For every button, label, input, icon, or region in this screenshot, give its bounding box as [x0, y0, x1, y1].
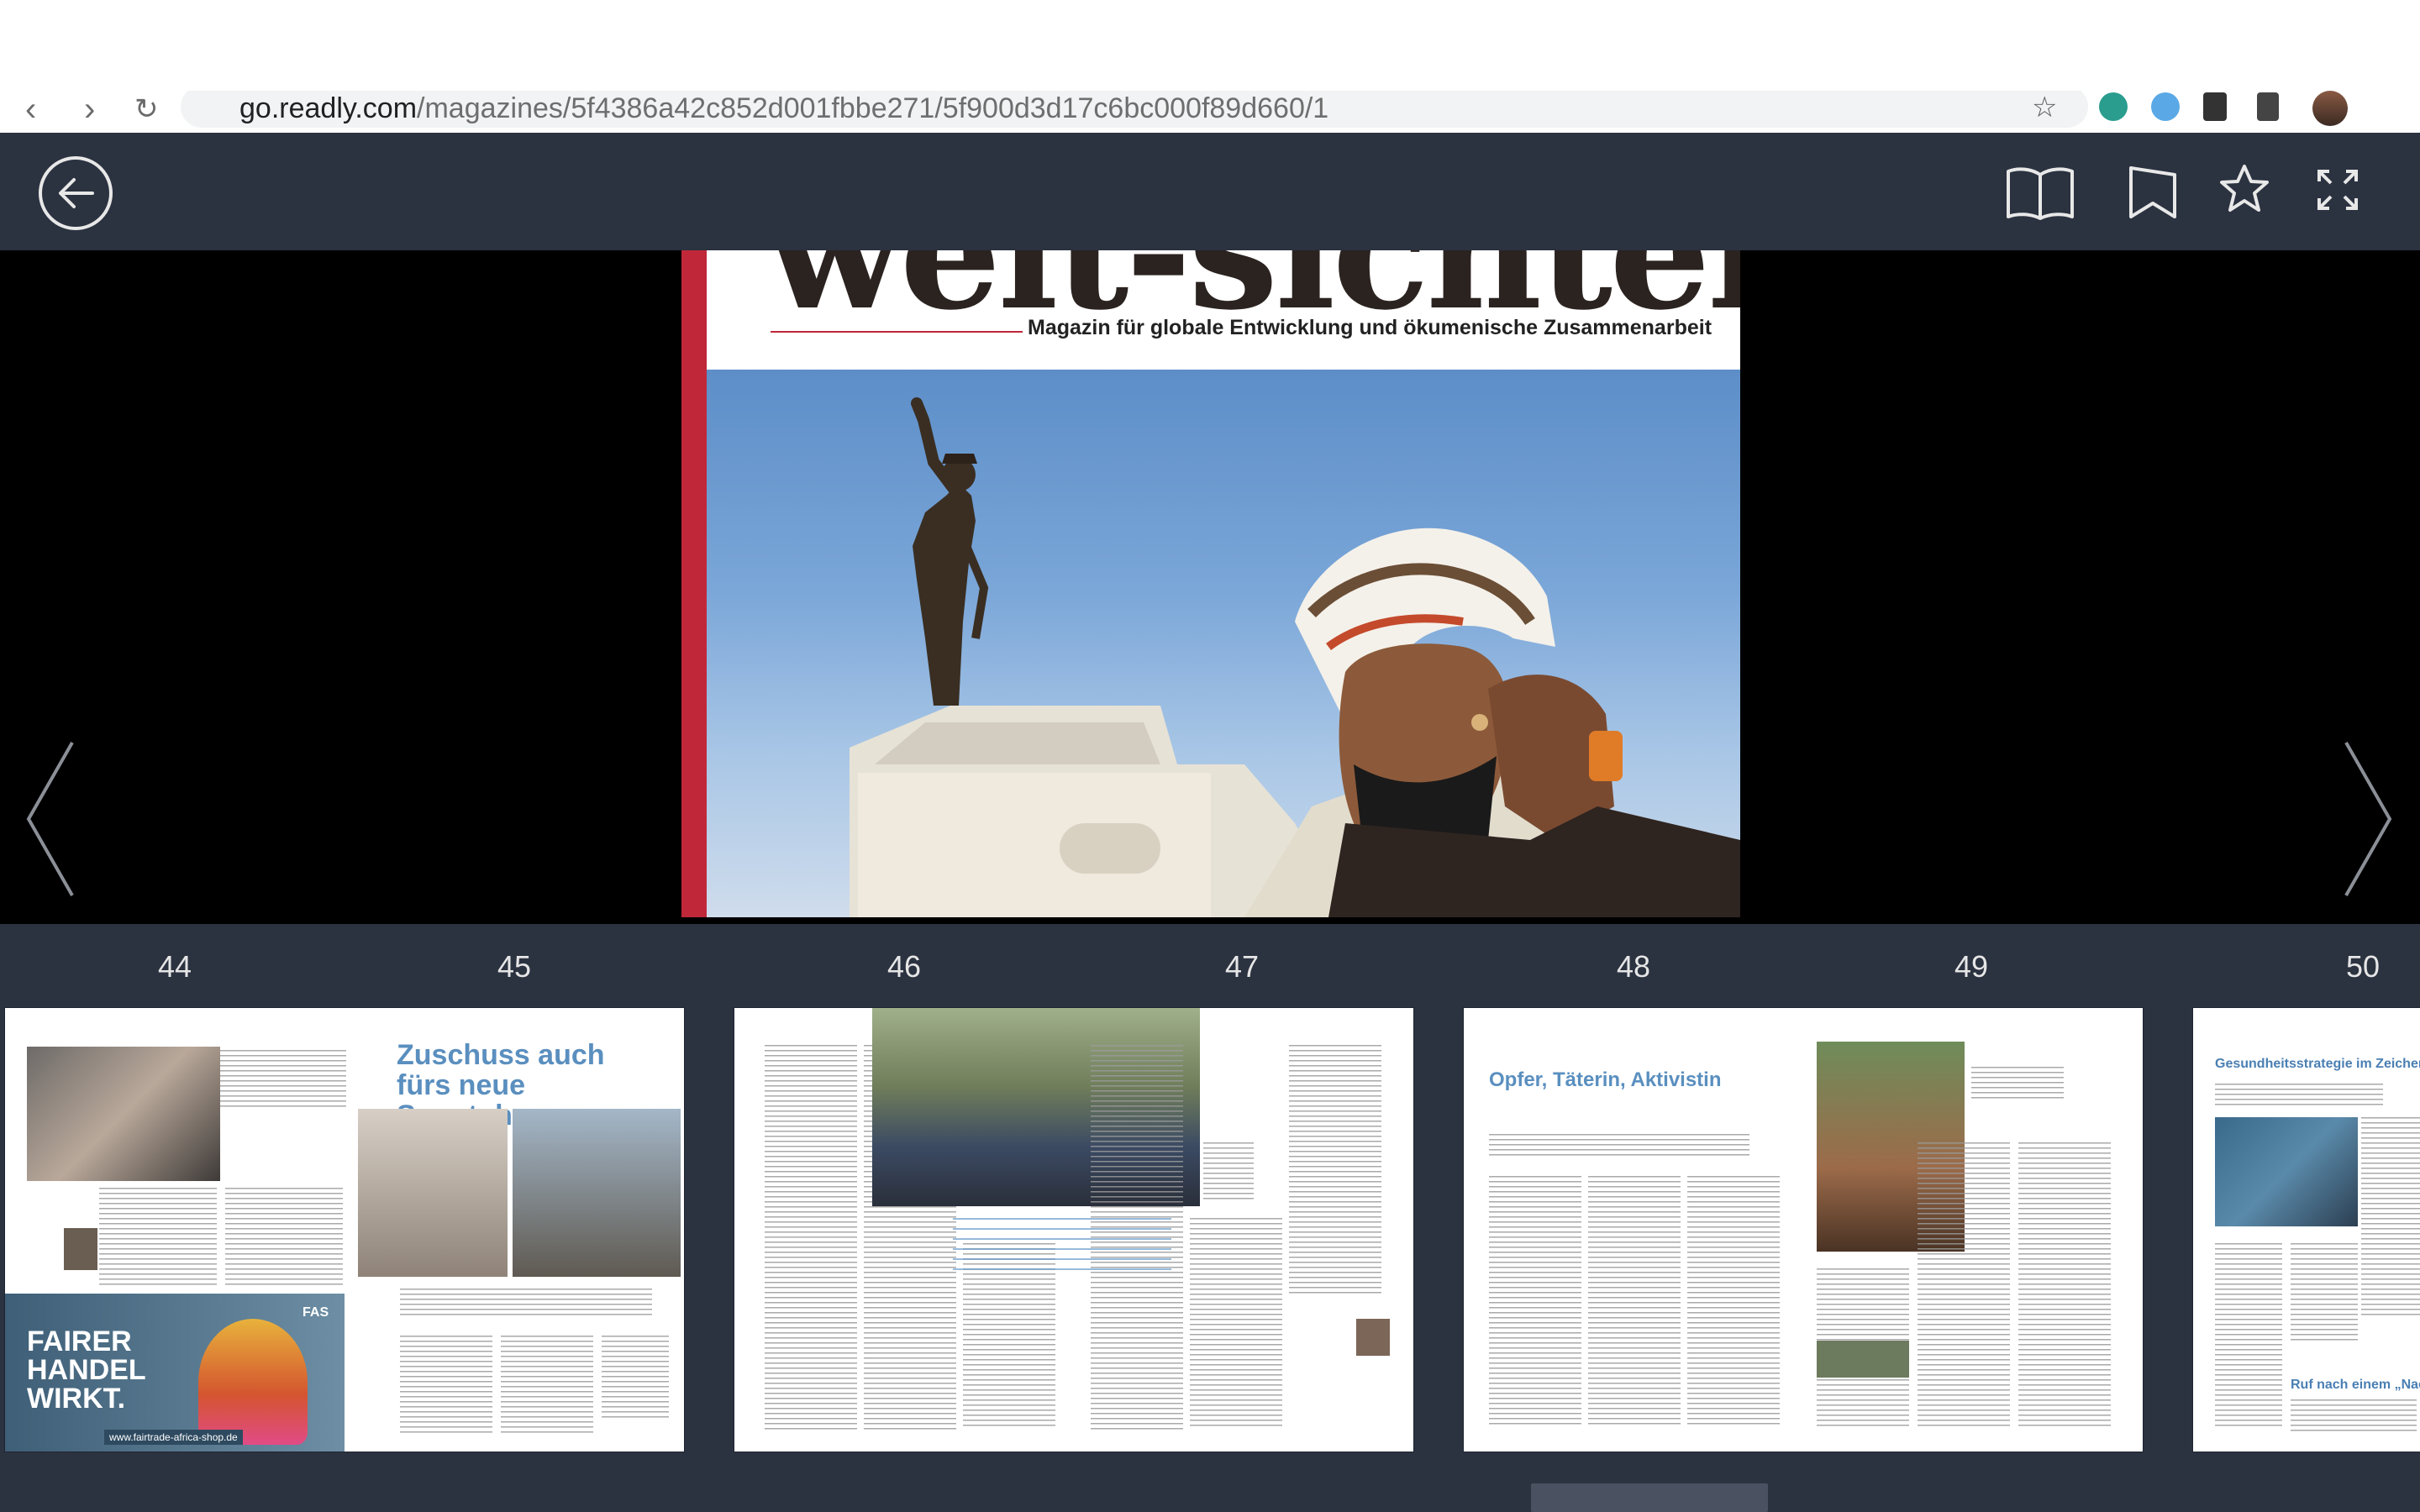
- cover-spine-label: WELT-SICHTEN: [720, 250, 739, 366]
- page-number: 50: [2346, 949, 2381, 984]
- thumbnail-text: [1289, 1045, 1381, 1297]
- page-number: 44: [158, 949, 192, 984]
- cover-subtitle: Magazin für globale Entwicklung und ökum…: [1028, 316, 1712, 339]
- reader-toolbar: [0, 133, 2420, 250]
- back-arrow-icon[interactable]: [37, 155, 114, 236]
- chevron-left-icon[interactable]: [24, 739, 77, 903]
- browser-toolbar: ‹ › ↻ go.readly.com/magazines/5f4386a42c…: [0, 91, 2420, 133]
- thumbnail-text: [2018, 1142, 2111, 1428]
- thumbnail-text: [1091, 1045, 1183, 1431]
- thumbnail-text: [2361, 1117, 2420, 1319]
- ad-line: WIRKT.: [27, 1383, 126, 1415]
- ad-photo: [198, 1319, 308, 1445]
- thumbnail-headline: Gesundheitsstrategie im Zeichen von Coro…: [2215, 1057, 2420, 1071]
- page-number: 48: [1617, 949, 1651, 984]
- extension-icon[interactable]: [2151, 92, 2180, 121]
- thumbnail-photo: [64, 1228, 97, 1270]
- bookmark-page-icon[interactable]: ☆: [2032, 91, 2057, 124]
- thumbnail-photo: [27, 1047, 220, 1181]
- browser-top-area: [0, 0, 2420, 92]
- subtitle-rule: [771, 331, 1023, 333]
- thumbnail-text: [1971, 1067, 2064, 1100]
- fullscreen-icon[interactable]: [2316, 168, 2360, 216]
- thumbnail-headline: Opfer, Täterin, Aktivistin: [1489, 1068, 1722, 1091]
- thumbnail-photo: [1817, 1341, 1909, 1378]
- thumbnail-photo: [358, 1109, 508, 1277]
- thumbnail-spread-46-47[interactable]: [734, 1008, 1413, 1452]
- thumbnail-spread-44-45[interactable]: FAIRER HANDEL WIRKT. FAS www.fairtrade-a…: [5, 1008, 684, 1452]
- bookmark-icon[interactable]: [2126, 165, 2180, 224]
- thumbnail-text: [400, 1336, 492, 1436]
- extension-icon[interactable]: [2099, 92, 2128, 121]
- thumbnail-text: [220, 1050, 346, 1109]
- thumbnail-text: [1489, 1176, 1581, 1428]
- reload-icon[interactable]: ↻: [134, 92, 159, 126]
- extensions-puzzle-icon[interactable]: [2203, 92, 2227, 121]
- thumbnail-text: [1489, 1134, 1749, 1156]
- thumbnail-photo: [2215, 1117, 2358, 1226]
- thumbnail-scrollbar[interactable]: [1531, 1483, 1768, 1512]
- thumbnail-photo: [1356, 1319, 1390, 1356]
- fair-trade-ad: FAIRER HANDEL WIRKT. FAS www.fairtrade-a…: [5, 1294, 345, 1452]
- page-number: 46: [887, 949, 922, 984]
- thumbnail-spread-48-49[interactable]: Opfer, Täterin, Aktivistin: [1464, 1008, 2143, 1452]
- thumbnail-text: [2291, 1399, 2417, 1433]
- thumbnail-text: [400, 1289, 652, 1317]
- media-control-icon[interactable]: [2257, 92, 2279, 121]
- cover-spine-bar: WELT-SICHTEN: [681, 250, 739, 917]
- thumbnail-text: [1588, 1176, 1681, 1428]
- ad-brand: FAS: [302, 1305, 329, 1320]
- thumbnail-photo: [513, 1109, 681, 1277]
- thumbnail-text: [225, 1188, 343, 1289]
- open-book-icon[interactable]: [2005, 166, 2075, 224]
- browser-forward-icon[interactable]: ›: [84, 92, 95, 126]
- thumbnail-text: [501, 1336, 593, 1436]
- page-number: 47: [1225, 949, 1260, 984]
- cover-photo: [707, 370, 1740, 917]
- thumbnail-text: [1918, 1142, 2010, 1428]
- thumbnail-text: [99, 1188, 217, 1289]
- chevron-right-icon[interactable]: [2341, 739, 2395, 903]
- thumbnail-text: [1687, 1176, 1780, 1428]
- magazine-cover-page[interactable]: WELT-SICHTEN welt-sichten Magazin für gl…: [681, 250, 1740, 917]
- address-bar-url[interactable]: go.readly.com/magazines/5f4386a42c852d00…: [239, 92, 1328, 125]
- thumbnail-text: [2215, 1084, 2383, 1109]
- profile-avatar[interactable]: [2312, 91, 2348, 126]
- thumbnail-text: [2215, 1243, 2282, 1428]
- browser-back-icon[interactable]: ‹: [25, 92, 36, 126]
- star-icon[interactable]: [2218, 163, 2270, 219]
- thumbnail-spread-50[interactable]: Gesundheitsstrategie im Zeichen von Coro…: [2193, 1008, 2420, 1452]
- thumbnail-text: [1190, 1218, 1282, 1428]
- page-number: 45: [497, 949, 532, 984]
- thumbnail-text: [602, 1336, 669, 1420]
- thumbnail-text: [765, 1045, 857, 1431]
- ad-line: FAIRER: [27, 1326, 132, 1357]
- ad-url: www.fairtrade-africa-shop.de: [104, 1430, 243, 1445]
- ad-line: HANDEL: [27, 1354, 146, 1386]
- thumbnail-subheadline: Ruf nach einem „Nac: [2291, 1378, 2420, 1392]
- page-number: 49: [1954, 949, 1989, 984]
- thumbnail-text: [1203, 1142, 1254, 1201]
- thumbnail-text: [2291, 1243, 2358, 1344]
